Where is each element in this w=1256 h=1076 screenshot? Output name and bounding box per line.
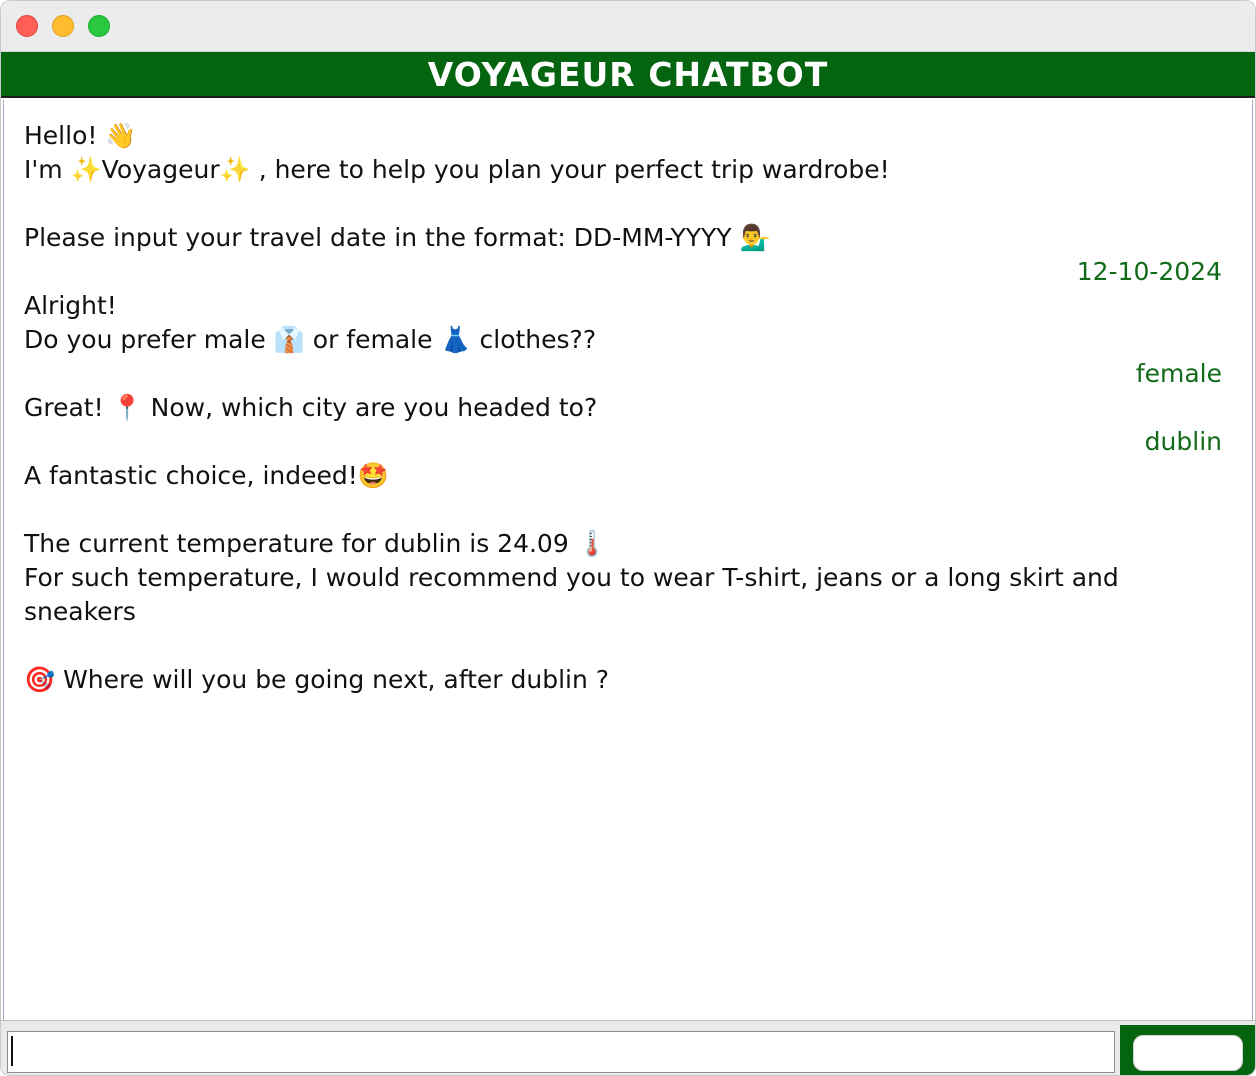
chat-transcript[interactable]: Hello! 👋 I'm ✨Voyageur✨ , here to help y… — [3, 100, 1253, 1020]
user-message: female — [1135, 359, 1222, 388]
bot-message: Please input your travel date in the for… — [24, 223, 771, 252]
app-title: VOYAGEUR CHATBOT — [427, 54, 829, 94]
app-header: VOYAGEUR CHATBOT — [1, 52, 1255, 98]
message-input[interactable] — [7, 1031, 1115, 1073]
bot-message: The current temperature for dublin is 24… — [24, 529, 608, 558]
bot-message: Hello! 👋 — [24, 121, 137, 150]
window-titlebar — [1, 1, 1255, 52]
bot-message: sneakers — [24, 597, 136, 626]
zoom-window-button[interactable] — [88, 15, 110, 37]
bot-message: Great! 📍 Now, which city are you headed … — [24, 393, 598, 422]
bot-message: Alright! — [24, 291, 117, 320]
text-caret — [11, 1036, 13, 1066]
chat-window: VOYAGEUR CHATBOT Hello! 👋 I'm ✨Voyageur✨… — [0, 0, 1256, 1076]
bot-message: I'm ✨Voyageur✨ , here to help you plan y… — [24, 155, 890, 184]
input-bar — [1, 1020, 1255, 1075]
minimize-window-button[interactable] — [52, 15, 74, 37]
send-button-container — [1120, 1025, 1255, 1075]
user-message: 12-10-2024 — [1076, 257, 1222, 286]
bot-message: 🎯 Where will you be going next, after du… — [24, 665, 610, 694]
user-message: dublin — [1144, 427, 1222, 456]
bot-message: A fantastic choice, indeed!🤩 — [24, 461, 389, 490]
send-button[interactable] — [1133, 1035, 1243, 1071]
close-window-button[interactable] — [16, 15, 38, 37]
bot-message: Do you prefer male 👔 or female 👗 clothes… — [24, 325, 597, 354]
bot-message: For such temperature, I would recommend … — [24, 563, 1119, 592]
